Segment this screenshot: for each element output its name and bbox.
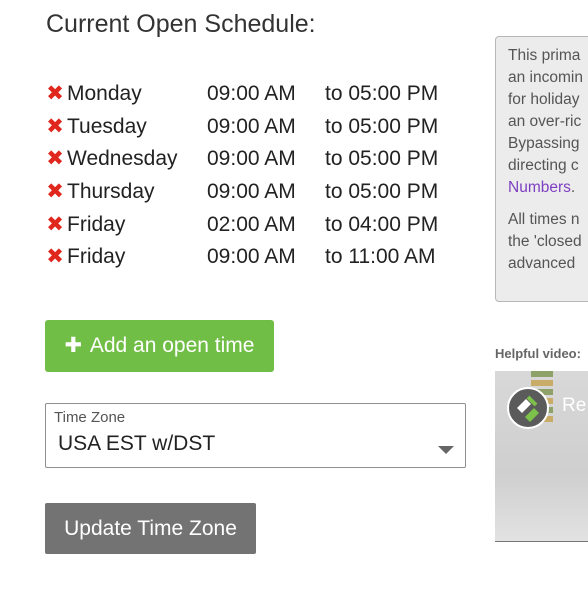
page-title: Current Open Schedule: <box>46 10 316 38</box>
schedule-day: Monday <box>67 82 142 105</box>
info-line: All times n <box>508 211 580 228</box>
schedule-start-time: 02:00 AM <box>207 212 296 236</box>
schedule-start-time: 09:00 AM <box>207 180 296 204</box>
schedule-start-time: 09:00 AM <box>207 245 296 269</box>
schedule-end-time: to 05:00 PM <box>325 180 439 204</box>
remove-icon[interactable]: ✖ <box>46 143 64 175</box>
remove-icon[interactable]: ✖ <box>46 241 64 273</box>
schedule-day: Wednesday <box>67 147 178 171</box>
update-time-zone-button[interactable]: Update Time Zone <box>45 503 256 554</box>
schedule-day: Tuesday <box>67 114 147 138</box>
numbers-link[interactable]: Numbers <box>508 179 571 196</box>
schedule-day: Friday <box>67 245 126 269</box>
schedule-row: ✖ Monday 09:00 AM to 05:00 PM <box>46 78 476 111</box>
schedule-start-time: 09:00 AM <box>207 114 296 138</box>
remove-icon[interactable]: ✖ <box>46 78 64 110</box>
schedule-start-time: 09:00 AM <box>207 82 296 105</box>
caret-down-icon <box>438 446 454 454</box>
helpful-video-label: Helpful video: <box>495 346 581 361</box>
channel-logo-icon <box>507 387 549 429</box>
schedule-row: ✖ Friday 02:00 AM to 04:00 PM <box>46 209 476 242</box>
video-title: Re <box>562 395 587 416</box>
remove-icon[interactable]: ✖ <box>46 111 64 143</box>
plus-icon: ✚ <box>64 334 83 357</box>
time-zone-value: USA EST w/DST <box>58 432 216 455</box>
info-text: This prima an incomin for holiday an ove… <box>508 45 588 275</box>
time-zone-select[interactable]: Time Zone USA EST w/DST <box>45 403 466 468</box>
info-line: Bypassing <box>508 135 580 152</box>
remove-icon[interactable]: ✖ <box>46 176 64 208</box>
info-link-line: Numbers. <box>508 177 588 199</box>
info-line: This prima <box>508 47 581 64</box>
schedule-page: Current Open Schedule: ✖ Monday 09:00 AM… <box>0 0 588 589</box>
info-line: an over-ric <box>508 113 582 130</box>
schedule-day: Friday <box>67 212 126 236</box>
add-open-time-label: Add an open time <box>89 334 255 357</box>
info-link-suffix: . <box>570 179 576 196</box>
info-line: the 'closed <box>508 233 582 250</box>
schedule-day: Thursday <box>67 180 155 204</box>
info-line: for holiday <box>508 91 580 108</box>
remove-icon[interactable]: ✖ <box>46 209 64 241</box>
info-line: an incomin <box>508 69 583 86</box>
schedule-row: ✖ Friday 09:00 AM to 11:00 AM <box>46 241 476 274</box>
time-zone-label: Time Zone <box>54 409 126 426</box>
schedule-end-time: to 11:00 AM <box>325 245 436 269</box>
info-panel: This prima an incomin for holiday an ove… <box>495 36 588 302</box>
schedule-row: ✖ Wednesday 09:00 AM to 05:00 PM <box>46 143 476 176</box>
schedule-end-time: to 05:00 PM <box>325 82 439 105</box>
schedule-end-time: to 04:00 PM <box>325 212 439 236</box>
schedule-row: ✖ Thursday 09:00 AM to 05:00 PM <box>46 176 476 209</box>
schedule-start-time: 09:00 AM <box>207 147 296 171</box>
open-schedule-list: ✖ Monday 09:00 AM to 05:00 PM ✖ Tuesday … <box>46 78 476 274</box>
schedule-end-time: to 05:00 PM <box>325 114 439 138</box>
add-open-time-button[interactable]: ✚ Add an open time <box>45 320 274 372</box>
info-line: directing c <box>508 157 579 174</box>
schedule-end-time: to 05:00 PM <box>325 147 439 171</box>
helpful-video-player[interactable]: Re <box>495 371 588 542</box>
info-line: advanced <box>508 255 576 272</box>
schedule-row: ✖ Tuesday 09:00 AM to 05:00 PM <box>46 111 476 144</box>
